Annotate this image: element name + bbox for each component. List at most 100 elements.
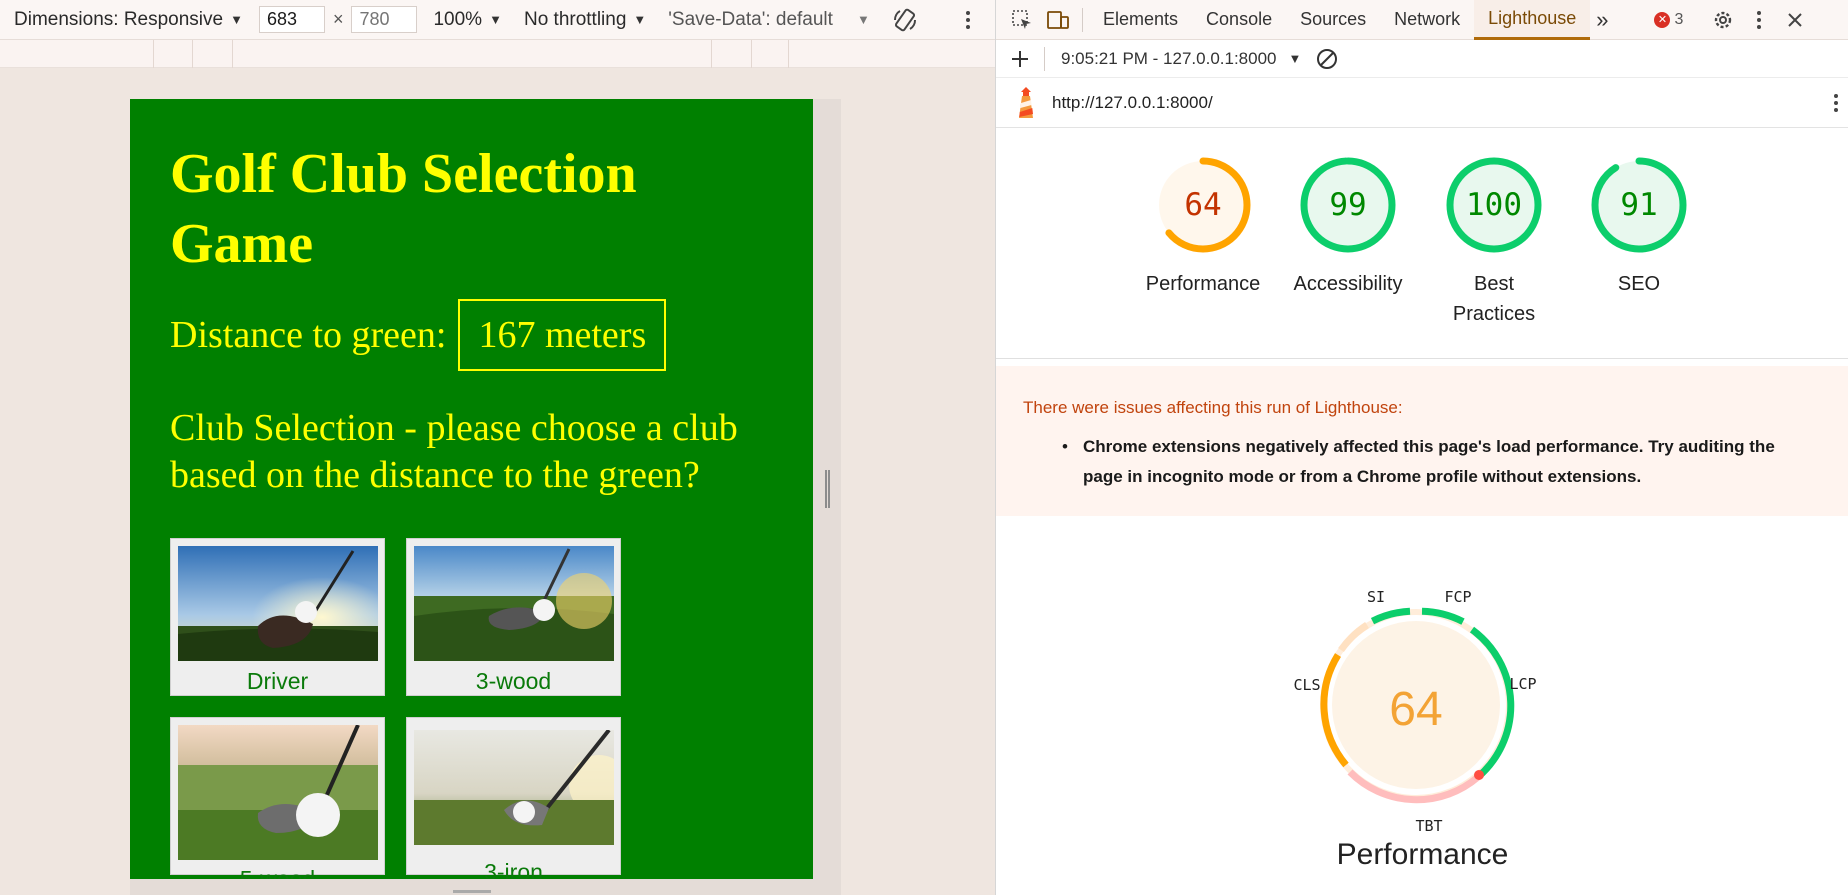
tab-lighthouse[interactable]: Lighthouse — [1474, 0, 1591, 40]
distance-value: 167 meters — [458, 299, 667, 371]
devtools-tab-bar: Elements Console Sources Network Lightho… — [996, 0, 1848, 40]
report-select[interactable]: 9:05:21 PM - 127.0.0.1:8000 ▼ — [1061, 49, 1301, 69]
performance-title: Performance — [1336, 838, 1509, 871]
score-gauge-performance[interactable]: 64 Performance — [1133, 155, 1273, 299]
si-arc — [1370, 607, 1411, 625]
lighthouse-logo-icon — [1019, 86, 1033, 118]
dimensions-label: Dimensions: Responsive — [14, 8, 224, 30]
score-label: Best Practices — [1452, 273, 1536, 325]
game-title: Golf Club Selection Game — [170, 143, 637, 275]
throttling-label: No throttling — [523, 8, 627, 30]
fcp-arc — [1421, 607, 1465, 625]
more-tabs-button[interactable]: » — [1590, 0, 1614, 40]
block-icon — [1317, 48, 1338, 69]
rotate-icon — [893, 8, 916, 31]
height-input[interactable] — [351, 6, 418, 33]
save-data-label: 'Save-Data': default — [668, 8, 833, 30]
metric-label-cls: CLS — [1293, 676, 1320, 694]
gear-icon — [1715, 11, 1732, 28]
score-gauge-seo[interactable]: 91 SEO — [1569, 155, 1709, 299]
resize-handle[interactable] — [825, 470, 830, 508]
club-name: 3-wood — [475, 668, 552, 694]
device-toolbar: Dimensions: Responsive ▼ × 100% ▼ No thr… — [0, 0, 995, 40]
chevron-down-icon: ▼ — [489, 12, 502, 27]
chevron-down-icon: ▼ — [633, 12, 647, 27]
distance-row: Distance to green: 167 meters — [170, 299, 667, 371]
width-input[interactable] — [258, 6, 325, 33]
club-card-driver[interactable]: Driver — [170, 538, 385, 696]
kebab-menu-icon[interactable] — [1833, 93, 1839, 113]
report-time: 9:05:21 PM - 127.0.0.1:8000 — [1061, 48, 1277, 68]
tbt-marker — [1474, 770, 1484, 780]
distance-label: Distance to green: — [170, 314, 447, 356]
club-name: 5-wood — [239, 866, 316, 879]
club-name: Driver — [246, 668, 309, 694]
warning-title: There were issues affecting this run of … — [1023, 398, 1403, 417]
rotate-button[interactable] — [886, 0, 924, 40]
kebab-menu-icon — [966, 10, 970, 29]
plus-icon — [1012, 50, 1028, 67]
score-value: 91 — [1620, 187, 1657, 223]
tab-elements[interactable]: Elements — [1089, 0, 1192, 40]
device-emulation-pane: Dimensions: Responsive ▼ × 100% ▼ No thr… — [0, 0, 995, 895]
bullet: • — [1062, 437, 1068, 456]
best-practices-gauge-ring: 100 — [1446, 157, 1542, 253]
warning-item: Chrome extensions negatively affected th… — [1083, 437, 1775, 486]
report-url[interactable]: http://127.0.0.1:8000/ — [1052, 93, 1213, 113]
kebab-menu-icon — [1757, 10, 1762, 29]
seo-gauge-ring: 91 — [1591, 157, 1687, 253]
devtools-panel: Elements Console Sources Network Lightho… — [995, 0, 1848, 895]
score-label: Performance — [1145, 273, 1261, 295]
chevron-down-icon: ▼ — [1288, 51, 1302, 66]
metric-label-fcp: FCP — [1444, 588, 1471, 606]
run-warnings: There were issues affecting this run of … — [996, 366, 1848, 516]
save-data-dropdown[interactable]: 'Save-Data': default ▼ — [662, 0, 876, 40]
more-options-button[interactable] — [959, 0, 977, 40]
divider — [996, 358, 1848, 359]
5-wood-image — [178, 725, 378, 860]
zoom-dropdown[interactable]: 100% ▼ — [427, 0, 507, 40]
emulated-page: Golf Club Selection Game Distance to gre… — [130, 99, 813, 879]
bottom-resize-grip[interactable] — [453, 890, 491, 893]
score-gauge-accessibility[interactable]: 99 Accessibility — [1278, 155, 1418, 299]
inspect-icon — [1012, 9, 1031, 29]
close-devtools-button[interactable] — [1777, 0, 1813, 40]
metric-label-si: SI — [1367, 588, 1385, 606]
club-card-3-iron[interactable]: 3-iron — [406, 717, 621, 879]
device-icon — [1047, 10, 1069, 29]
club-question: Club Selection - please choose a club ba… — [170, 407, 738, 496]
zoom-label: 100% — [433, 8, 483, 30]
tab-network[interactable]: Network — [1380, 0, 1474, 40]
score-gauge-best-practices[interactable]: 100 Best Practices — [1424, 155, 1564, 329]
error-count: 3 — [1674, 10, 1684, 28]
tab-sources[interactable]: Sources — [1286, 0, 1380, 40]
dimensions-dropdown[interactable]: Dimensions: Responsive ▼ — [8, 0, 249, 40]
club-card-3-wood[interactable]: 3-wood — [406, 538, 621, 696]
report-url-bar: http://127.0.0.1:8000/ — [996, 78, 1848, 128]
club-name: 3-iron — [484, 859, 543, 879]
accessibility-gauge-ring: 99 — [1300, 157, 1396, 253]
new-report-button[interactable] — [1002, 39, 1038, 79]
club-card-5-wood[interactable]: 5-wood — [170, 717, 385, 879]
inspect-element-button[interactable] — [1004, 0, 1040, 40]
devtools-menu-button[interactable] — [1741, 0, 1777, 40]
driver-image — [178, 546, 378, 661]
times-sign: × — [332, 9, 344, 29]
score-value: 99 — [1329, 187, 1366, 223]
score-value: 100 — [1466, 187, 1522, 223]
lighthouse-toolbar: 9:05:21 PM - 127.0.0.1:8000 ▼ — [996, 40, 1848, 78]
chevron-down-icon: ▼ — [856, 12, 870, 27]
performance-gauge-ring: 64 — [1155, 157, 1251, 253]
3-wood-image — [414, 546, 614, 661]
settings-button[interactable] — [1705, 0, 1741, 40]
score-value: 64 — [1184, 187, 1221, 223]
clear-reports-button[interactable] — [1309, 39, 1345, 79]
device-toggle-button[interactable] — [1040, 0, 1076, 40]
score-label: SEO — [1617, 273, 1661, 295]
score-label: Accessibility — [1293, 273, 1403, 295]
throttling-dropdown[interactable]: No throttling ▼ — [518, 0, 652, 40]
close-icon — [1788, 12, 1803, 27]
media-query-ruler[interactable] — [0, 40, 995, 68]
tab-console[interactable]: Console — [1192, 0, 1286, 40]
error-count-badge[interactable]: ✕ 3 — [1654, 11, 1683, 29]
